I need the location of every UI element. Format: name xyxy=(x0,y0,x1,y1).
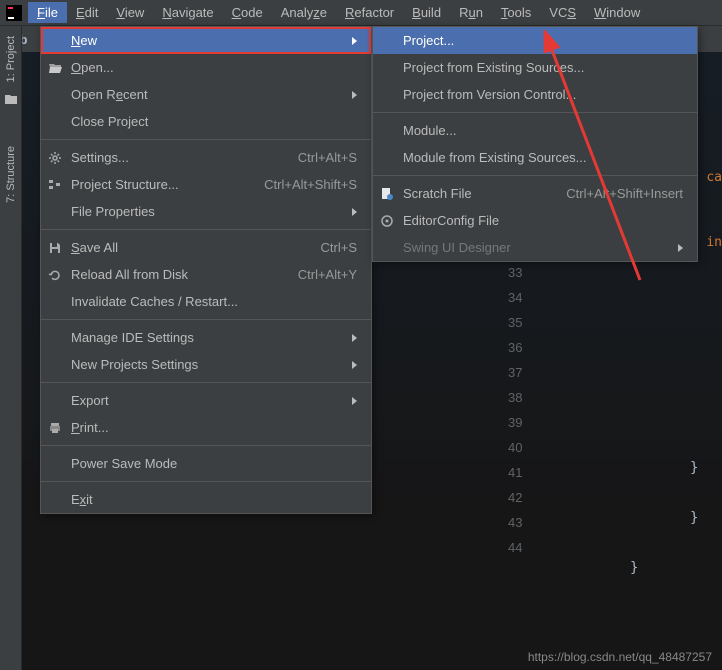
menu-item-editorconfig[interactable]: EditorConfig File xyxy=(373,207,697,234)
menu-separator xyxy=(373,112,697,113)
menu-file[interactable]: File xyxy=(28,2,67,23)
folder-icon xyxy=(4,92,18,106)
menu-item-settings[interactable]: Settings...Ctrl+Alt+S xyxy=(41,144,371,171)
menu-run[interactable]: Run xyxy=(450,2,492,23)
menu-item-new[interactable]: New xyxy=(41,27,371,54)
menu-item-exit[interactable]: Exit xyxy=(41,486,371,513)
menu-window[interactable]: Window xyxy=(585,2,649,23)
menu-item-new-projects-settings[interactable]: New Projects Settings xyxy=(41,351,371,378)
menu-item-manage-ide[interactable]: Manage IDE Settings xyxy=(41,324,371,351)
code-brace: } xyxy=(690,460,698,476)
menu-item-file-properties[interactable]: File Properties xyxy=(41,198,371,225)
menu-view[interactable]: View xyxy=(107,2,153,23)
save-icon xyxy=(47,240,63,256)
menu-item-open[interactable]: Open... xyxy=(41,54,371,81)
menu-item-project-existing[interactable]: Project from Existing Sources... xyxy=(373,54,697,81)
menu-separator xyxy=(41,445,371,446)
open-folder-icon xyxy=(47,60,63,76)
menu-item-print[interactable]: Print... xyxy=(41,414,371,441)
menu-separator xyxy=(41,229,371,230)
code-fragment: ca xyxy=(706,170,722,185)
menu-tools[interactable]: Tools xyxy=(492,2,540,23)
menu-build[interactable]: Build xyxy=(403,2,450,23)
menu-refactor[interactable]: Refactor xyxy=(336,2,403,23)
toolwindow-project[interactable]: 1: Project xyxy=(5,36,17,82)
menu-item-close-project[interactable]: Close Project xyxy=(41,108,371,135)
toolwindow-structure[interactable]: 7: Structure xyxy=(5,146,17,203)
editor-gutter: 333435363738394041424344 xyxy=(508,260,522,560)
menu-separator xyxy=(41,139,371,140)
menu-separator xyxy=(373,175,697,176)
editorconfig-icon xyxy=(379,213,395,229)
menu-separator xyxy=(41,319,371,320)
settings-icon xyxy=(47,150,63,166)
menu-item-project-vcs[interactable]: Project from Version Control... xyxy=(373,81,697,108)
menu-item-project[interactable]: Project... xyxy=(373,27,697,54)
menu-item-power-save[interactable]: Power Save Mode xyxy=(41,450,371,477)
menu-navigate[interactable]: Navigate xyxy=(153,2,222,23)
menu-item-module[interactable]: Module... xyxy=(373,117,697,144)
tool-window-strip: 1: Project 7: Structure xyxy=(0,26,22,670)
menu-item-scratch[interactable]: Scratch FileCtrl+Alt+Shift+Insert xyxy=(373,180,697,207)
new-submenu-dropdown: Project... Project from Existing Sources… xyxy=(372,26,698,262)
menu-vcs[interactable]: VCS xyxy=(540,2,585,23)
menu-item-project-structure[interactable]: Project Structure...Ctrl+Alt+Shift+S xyxy=(41,171,371,198)
menu-item-swing[interactable]: Swing UI Designer xyxy=(373,234,697,261)
menu-item-export[interactable]: Export xyxy=(41,387,371,414)
menu-code[interactable]: Code xyxy=(223,2,272,23)
watermark-text: https://blog.csdn.net/qq_48487257 xyxy=(528,650,712,664)
menu-item-invalidate[interactable]: Invalidate Caches / Restart... xyxy=(41,288,371,315)
code-brace: } xyxy=(690,510,698,526)
menu-item-save-all[interactable]: Save AllCtrl+S xyxy=(41,234,371,261)
intellij-logo-icon xyxy=(6,5,22,21)
menu-analyze[interactable]: Analyze xyxy=(272,2,336,23)
project-structure-icon xyxy=(47,177,63,193)
menu-item-reload[interactable]: Reload All from DiskCtrl+Alt+Y xyxy=(41,261,371,288)
menu-separator xyxy=(41,382,371,383)
print-icon xyxy=(47,420,63,436)
menu-edit[interactable]: Edit xyxy=(67,2,107,23)
scratch-file-icon xyxy=(379,186,395,202)
menu-separator xyxy=(41,481,371,482)
reload-icon xyxy=(47,267,63,283)
code-fragment: in xyxy=(706,235,722,250)
file-menu-dropdown: New Open... Open Recent Close Project Se… xyxy=(40,26,372,514)
menu-item-module-existing[interactable]: Module from Existing Sources... xyxy=(373,144,697,171)
menubar: File Edit View Navigate Code Analyze Ref… xyxy=(0,0,722,26)
code-brace: } xyxy=(630,560,638,576)
menu-item-open-recent[interactable]: Open Recent xyxy=(41,81,371,108)
